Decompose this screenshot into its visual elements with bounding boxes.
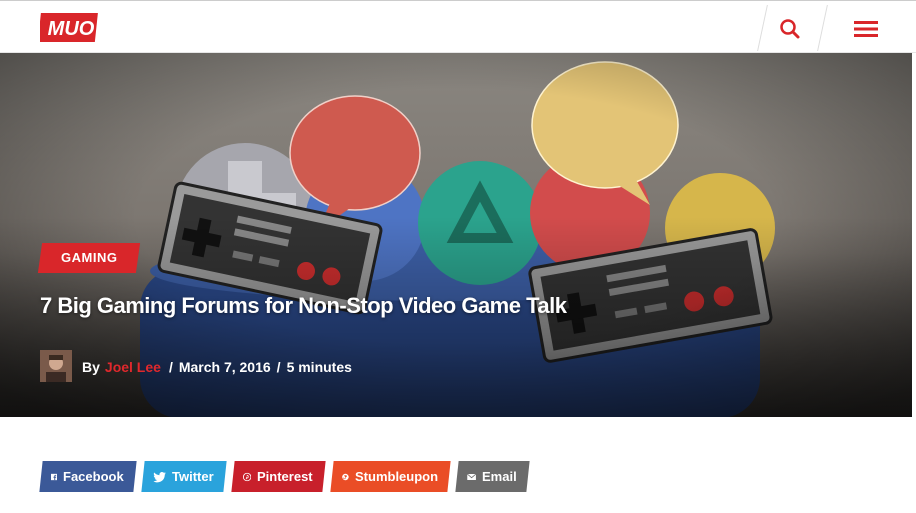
- pinterest-share-button[interactable]: Pinterest: [231, 461, 326, 492]
- category-label: GAMING: [61, 250, 118, 265]
- stumbleupon-icon: [342, 473, 349, 480]
- share-buttons: Facebook Twitter Pinterest Stumbleupon E…: [39, 461, 536, 492]
- search-icon: [780, 19, 800, 39]
- email-share-button[interactable]: Email: [455, 461, 530, 492]
- nav-divider: [757, 5, 768, 51]
- hamburger-menu-icon: [854, 21, 878, 37]
- menu-button[interactable]: [852, 15, 880, 43]
- stumbleupon-share-button[interactable]: Stumbleupon: [330, 461, 451, 492]
- publish-date: March 7, 2016: [178, 359, 271, 375]
- logo-text: MUO: [48, 18, 95, 40]
- hero-banner: GAMING 7 Big Gaming Forums for Non-Stop …: [0, 53, 912, 417]
- article-meta: By Joel Lee / March 7, 2016 / 5 minutes: [40, 350, 358, 384]
- stumbleupon-label: Stumbleupon: [354, 469, 438, 484]
- twitter-label: Twitter: [172, 469, 214, 484]
- twitter-icon: [153, 471, 166, 482]
- twitter-share-button[interactable]: Twitter: [141, 461, 227, 492]
- facebook-label: Facebook: [63, 469, 124, 484]
- email-icon: [467, 473, 477, 480]
- facebook-icon: [51, 473, 58, 480]
- category-badge[interactable]: GAMING: [37, 243, 141, 273]
- meta-separator: /: [168, 359, 173, 375]
- top-navigation-bar: MUO: [0, 0, 916, 53]
- pinterest-label: Pinterest: [257, 469, 313, 484]
- author-avatar[interactable]: [40, 350, 72, 383]
- pinterest-icon: [243, 472, 252, 481]
- byline-prefix: By: [82, 359, 100, 375]
- article-title: 7 Big Gaming Forums for Non-Stop Video G…: [40, 293, 567, 318]
- nav-divider: [817, 5, 828, 51]
- meta-separator: /: [276, 359, 281, 375]
- email-label: Email: [482, 469, 517, 484]
- muo-logo[interactable]: MUO: [40, 12, 99, 43]
- author-link[interactable]: Joel Lee: [105, 359, 161, 375]
- read-time: 5 minutes: [286, 359, 352, 375]
- facebook-share-button[interactable]: Facebook: [39, 461, 137, 492]
- search-button[interactable]: [776, 15, 804, 43]
